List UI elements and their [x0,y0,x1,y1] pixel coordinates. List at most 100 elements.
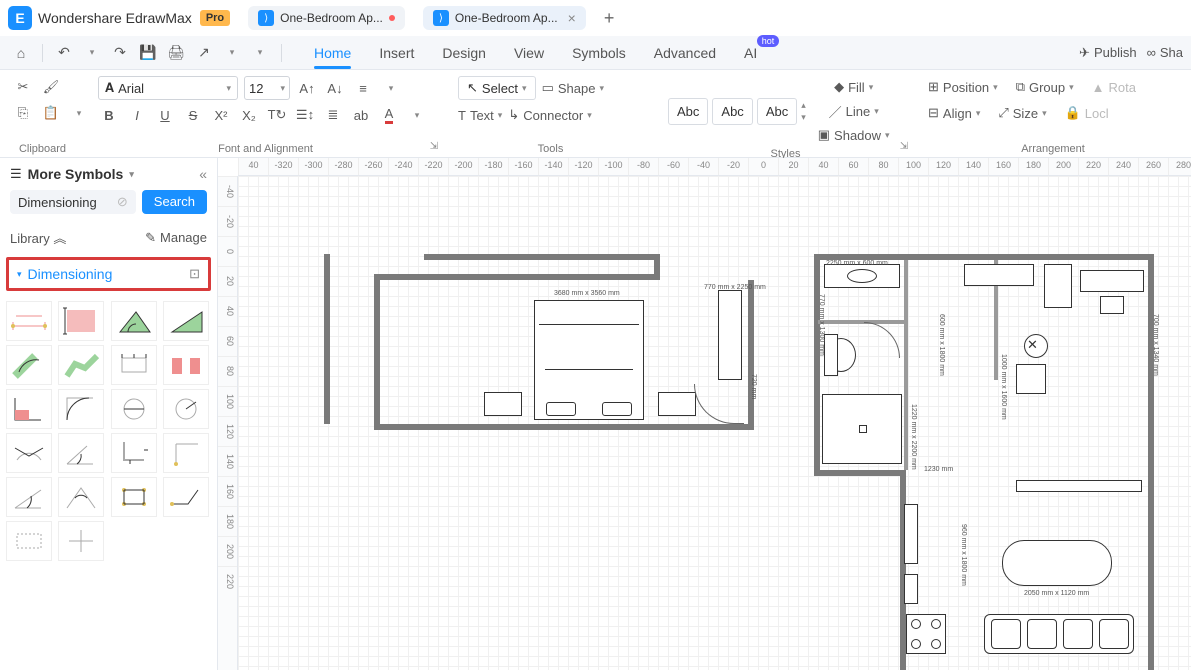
floor-plan[interactable]: 3680 mm x 3560 mm 770 mm x 2250 mm 720 m… [324,254,1154,670]
symbol-dim-ordinate[interactable] [163,433,209,473]
format-painter-button[interactable]: 🖌 [40,76,62,98]
save-button[interactable]: 💾 [135,40,161,66]
symbol-dim-diameter[interactable] [111,389,157,429]
close-icon[interactable]: × [568,10,576,26]
style-preset-2[interactable]: Abc [712,98,752,125]
document-tab[interactable]: ⟩ One-Bedroom Ap... [248,6,405,30]
search-button[interactable]: Search [142,190,207,214]
symbol-dim-linear-h[interactable] [6,301,52,341]
symbol-dim-angle-top[interactable] [58,477,104,517]
decrease-font-button[interactable]: A↓ [324,77,346,99]
text-tool[interactable]: T Text ▾ [458,104,502,126]
line-spacing-button[interactable]: ☰↕ [294,104,316,126]
symbol-dim-baseline[interactable] [163,345,209,385]
vanity-sink[interactable] [824,264,900,288]
home-icon[interactable]: ⌂ [8,40,34,66]
redo-button[interactable]: ↷ [107,40,133,66]
collapse-sidebar-button[interactable]: « [199,166,207,182]
position-button[interactable]: ⊞Position▾ [928,76,998,98]
fill-button[interactable]: ◆Fill▾ [818,76,890,98]
increase-font-button[interactable]: A↑ [296,77,318,99]
document-tab-active[interactable]: ⟩ One-Bedroom Ap... × [423,6,586,30]
superscript-button[interactable]: X² [210,104,232,126]
symbol-dim-arc[interactable] [6,345,52,385]
symbol-dim-leader[interactable] [163,477,209,517]
shower[interactable] [822,394,902,464]
export-button[interactable]: ↗ [191,40,217,66]
round-table[interactable]: ✕ [1024,334,1048,358]
symbol-dim-profile[interactable] [58,345,104,385]
nightstand-l[interactable] [484,392,522,416]
category-dimensioning[interactable]: ▾ Dimensioning ⊡ [6,257,211,291]
underline-button[interactable]: U [154,104,176,126]
toilet-tank[interactable] [824,334,838,376]
share-button[interactable]: ∞ Sha [1147,45,1183,60]
sidebar-title[interactable]: More Symbols [28,166,124,182]
drawing-canvas[interactable]: 3680 mm x 3560 mm 770 mm x 2250 mm 720 m… [238,176,1191,670]
symbol-dim-radius[interactable] [163,389,209,429]
pillow[interactable] [546,402,576,416]
italic-button[interactable]: I [126,104,148,126]
symbol-dim-l-shape[interactable] [111,433,157,473]
undo-button[interactable]: ↶ [51,40,77,66]
styles-dialog-launcher[interactable]: ⇲ [897,139,911,153]
menu-ai[interactable]: AI hot [730,39,771,67]
lock-button[interactable]: 🔒Locl [1065,102,1109,124]
stool[interactable] [1016,364,1046,394]
select-tool[interactable]: ↖ Select ▾ [458,76,536,100]
strikethrough-button[interactable]: S [182,104,204,126]
text-rotate-button[interactable]: T↻ [266,104,288,126]
style-preset-1[interactable]: Abc [668,98,708,125]
subscript-button[interactable]: X₂ [238,104,260,126]
cabinet-1[interactable] [904,504,918,564]
style-preset-3[interactable]: Abc [757,98,797,125]
clear-icon[interactable]: ⊘ [117,194,128,210]
symbol-dim-slope[interactable] [163,301,209,341]
symbol-dim-linear-v[interactable] [58,301,104,341]
align-dropdown[interactable]: ▾ [380,77,402,99]
bathtub[interactable] [1002,540,1112,586]
chair[interactable] [1100,296,1124,314]
door-swing[interactable] [694,384,744,424]
search-term-chip[interactable]: Dimensioning ⊘ [10,190,136,214]
connector-tool[interactable]: ↳ Connector ▾ [508,104,591,126]
align-left-button[interactable]: ≡ [352,77,374,99]
font-color-dropdown[interactable]: ▾ [406,104,428,126]
copy-button[interactable]: ⎘ [12,102,34,124]
symbol-dim-arc-ext[interactable] [6,433,52,473]
manage-button[interactable]: ✎Manage [145,230,207,246]
menu-design[interactable]: Design [428,39,500,67]
paste-button[interactable]: 📋 [40,102,62,124]
style-prev[interactable]: ▴ [801,100,806,111]
pillow[interactable] [602,402,632,416]
stove[interactable] [906,614,946,654]
desk[interactable] [1080,270,1144,292]
symbol-dim-box[interactable] [6,521,52,561]
shape-tool[interactable]: ▭ Shape ▾ [542,77,604,99]
symbol-dim-angle-g[interactable] [111,301,157,341]
undo-dropdown[interactable]: ▾ [79,40,105,66]
cut-button[interactable]: ✂ [12,76,34,98]
more-qat[interactable]: ▾ [247,40,273,66]
bullet-list-button[interactable]: ≣ [322,104,344,126]
font-size-select[interactable]: 12▾ [244,76,290,100]
symbol-dim-corner[interactable] [6,389,52,429]
symbol-dim-angle-s[interactable] [58,433,104,473]
font-dialog-launcher[interactable]: ⇲ [427,139,441,153]
bold-button[interactable]: B [98,104,120,126]
library-label[interactable]: Library ︽ [10,228,66,247]
cabinet-2[interactable] [904,574,918,604]
symbol-dim-grid[interactable] [111,477,157,517]
symbol-dim-center[interactable] [58,521,104,561]
symbol-dim-radius-arc[interactable] [58,389,104,429]
group-button[interactable]: ⧉Group▾ [1016,76,1074,98]
symbol-dim-angle-l[interactable] [6,477,52,517]
menu-advanced[interactable]: Advanced [640,39,730,67]
category-action-icon[interactable]: ⊡ [189,266,200,282]
wardrobe[interactable] [718,290,742,380]
shadow-button[interactable]: ▣Shadow▾ [818,124,890,146]
case-button[interactable]: ab [350,104,372,126]
menu-insert[interactable]: Insert [365,39,428,67]
size-button[interactable]: ⤢Size▾ [998,102,1046,124]
style-next[interactable]: ▾ [801,112,806,123]
